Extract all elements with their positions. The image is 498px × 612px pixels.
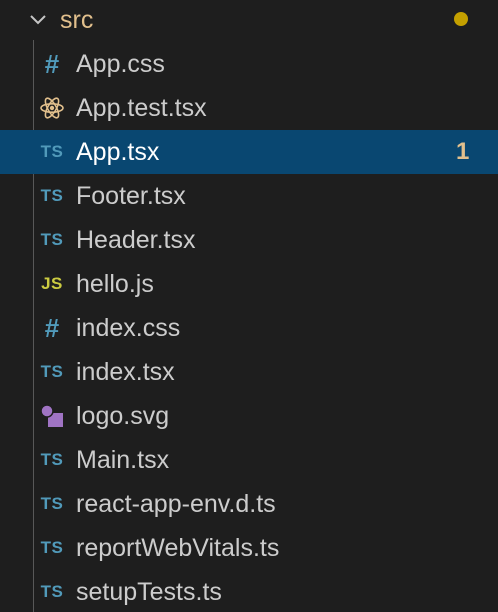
typescript-icon: TS	[38, 570, 66, 612]
svg-image-icon	[38, 394, 66, 438]
file-label: setupTests.ts	[76, 578, 222, 606]
file-item-footer-tsx[interactable]: TS Footer.tsx	[0, 174, 498, 218]
file-label: App.css	[76, 50, 165, 78]
file-label: App.test.tsx	[76, 94, 207, 122]
react-atom-icon	[38, 86, 66, 130]
file-list: # App.css App.test.tsx TS App.tsx 1 TS Footer.t…	[0, 42, 498, 612]
file-label: App.tsx	[76, 138, 160, 166]
hash-glyph: #	[44, 312, 60, 343]
folder-label: src	[60, 6, 94, 34]
typescript-icon-glyph: TS	[40, 362, 64, 381]
typescript-icon: TS	[38, 174, 66, 218]
file-item-setuptests-ts[interactable]: TS setupTests.ts	[0, 570, 498, 612]
file-item-index-css[interactable]: # index.css	[0, 306, 498, 350]
typescript-icon-glyph: TS	[40, 538, 64, 557]
typescript-icon-glyph: TS	[40, 186, 64, 205]
file-label: hello.js	[76, 270, 154, 298]
file-explorer: src # App.css App.test.tsx TS App.tsx 1 TS Foot…	[0, 0, 498, 612]
file-item-hello-js[interactable]: JS hello.js	[0, 262, 498, 306]
typescript-icon-glyph: TS	[40, 494, 64, 513]
modified-dot-icon	[454, 12, 468, 26]
file-item-reportwebvitals-ts[interactable]: TS reportWebVitals.ts	[0, 526, 498, 570]
file-label: Footer.tsx	[76, 182, 186, 210]
typescript-icon: TS	[38, 350, 66, 394]
file-label: logo.svg	[76, 402, 170, 430]
file-label: Main.tsx	[76, 446, 170, 474]
problem-count-badge: 1	[456, 138, 470, 165]
hash-glyph: #	[44, 48, 60, 79]
file-item-header-tsx[interactable]: TS Header.tsx	[0, 218, 498, 262]
file-label: index.tsx	[76, 358, 175, 386]
css-hash-icon: #	[38, 306, 66, 350]
typescript-icon: TS	[38, 526, 66, 570]
chevron-down-icon[interactable]	[28, 10, 48, 30]
typescript-icon: TS	[38, 482, 66, 526]
file-item-app-css[interactable]: # App.css	[0, 42, 498, 86]
javascript-icon-glyph: JS	[41, 274, 63, 293]
css-hash-icon: #	[38, 42, 66, 86]
typescript-icon-glyph: TS	[40, 142, 64, 161]
typescript-icon: TS	[38, 438, 66, 482]
typescript-icon-glyph: TS	[40, 450, 64, 469]
file-item-react-app-env-d-ts[interactable]: TS react-app-env.d.ts	[0, 482, 498, 526]
file-label: index.css	[76, 314, 181, 342]
folder-row-src[interactable]: src	[0, 0, 498, 40]
file-label: react-app-env.d.ts	[76, 490, 276, 518]
file-label: Header.tsx	[76, 226, 196, 254]
file-item-app-tsx[interactable]: TS App.tsx 1	[0, 130, 498, 174]
file-item-main-tsx[interactable]: TS Main.tsx	[0, 438, 498, 482]
file-item-index-tsx[interactable]: TS index.tsx	[0, 350, 498, 394]
javascript-icon: JS	[38, 262, 66, 306]
typescript-icon: TS	[38, 218, 66, 262]
file-label: reportWebVitals.ts	[76, 534, 280, 562]
file-item-app-test-tsx[interactable]: App.test.tsx	[0, 86, 498, 130]
typescript-icon-glyph: TS	[40, 230, 64, 249]
typescript-icon: TS	[38, 130, 66, 174]
typescript-icon-glyph: TS	[40, 582, 64, 601]
file-item-logo-svg[interactable]: logo.svg	[0, 394, 498, 438]
